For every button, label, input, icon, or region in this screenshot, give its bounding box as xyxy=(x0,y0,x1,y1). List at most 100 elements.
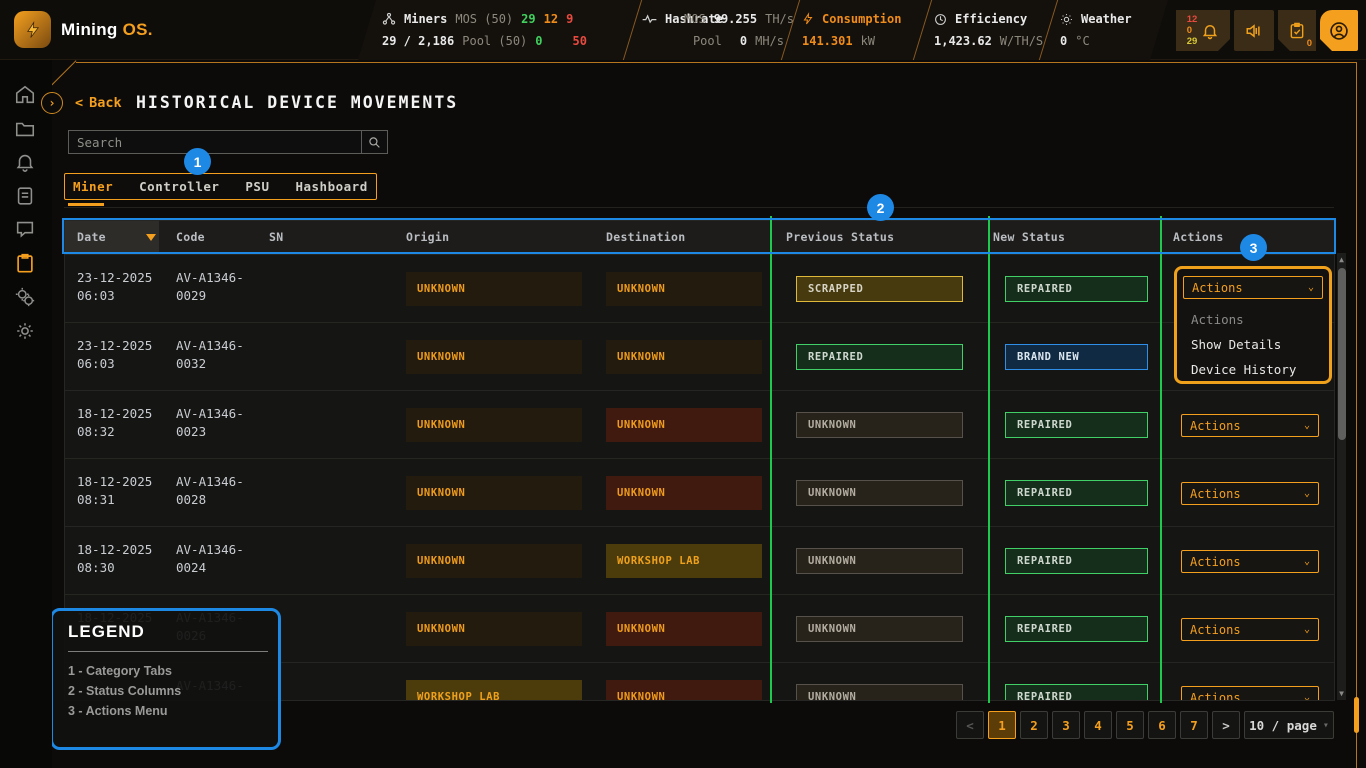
sidebar-item-folders[interactable] xyxy=(14,118,38,142)
pagination-page-5[interactable]: 5 xyxy=(1116,711,1144,739)
sidebar-item-components[interactable] xyxy=(14,286,38,310)
table-row[interactable]: 18-12-202508:30AV-A1346-0024UNKNOWNWORKS… xyxy=(65,526,1335,594)
notifications-button[interactable]: 12 0 29 xyxy=(1176,10,1230,51)
actions-select[interactable]: Actions⌄ xyxy=(1181,482,1319,505)
status-column-separator xyxy=(988,216,990,703)
pagination-page-2[interactable]: 2 xyxy=(1020,711,1048,739)
category-tabs: Miner Controller PSU Hashboard xyxy=(64,173,377,200)
tab-hashboard[interactable]: Hashboard xyxy=(295,179,367,194)
back-button[interactable]: < Back xyxy=(75,95,122,111)
column-header-previous-status: Previous Status xyxy=(786,230,894,244)
brand-name: Mining OS. xyxy=(61,20,153,40)
dropdown-item-device-history[interactable]: Device History xyxy=(1177,357,1329,382)
chevron-down-icon: ⌄ xyxy=(1304,692,1310,701)
sidebar-item-movements[interactable] xyxy=(14,252,38,276)
new-status-badge: REPAIRED xyxy=(1005,276,1148,302)
sort-desc-icon[interactable] xyxy=(146,234,156,241)
page-size-select[interactable]: 10 / page ▾ xyxy=(1244,711,1334,739)
table-row[interactable]: 18-12-202508:32 AV-A1346-0023 UNKNOWN UNKNO… xyxy=(65,390,1335,458)
top-bar: Mining OS. Miners MOS (50) 29 12 9 29 / … xyxy=(0,0,1366,60)
sidebar-item-alerts[interactable] xyxy=(14,151,38,175)
destination-badge: UNKNOWN xyxy=(606,476,762,510)
chevron-down-icon: ⌄ xyxy=(1304,624,1310,635)
account-button[interactable] xyxy=(1320,10,1358,51)
cell-date: 18-12-202508:31 xyxy=(77,473,152,509)
actions-select[interactable]: Actions ⌄ xyxy=(1183,276,1323,299)
sidebar-item-reports[interactable] xyxy=(14,185,38,209)
status-column-separator xyxy=(1160,216,1162,703)
annotation-marker-3: 3 xyxy=(1240,234,1267,261)
active-tab-underline xyxy=(68,203,104,206)
tab-psu[interactable]: PSU xyxy=(245,179,269,194)
actions-select[interactable]: Actions⌄ xyxy=(1181,414,1319,437)
annotation-marker-1: 1 xyxy=(184,148,211,175)
page-scrollbar-thumb[interactable] xyxy=(1354,697,1359,733)
legend-title: LEGEND xyxy=(68,622,145,642)
stat-miners: Miners MOS (50) 29 12 9 29 / 2,186 Pool … xyxy=(382,8,587,52)
pagination: < 1234567 > 10 / page ▾ xyxy=(956,711,1334,739)
cell-date: 23-12-202506:03 xyxy=(77,269,152,305)
origin-badge: UNKNOWN xyxy=(406,408,582,442)
pagination-page-3[interactable]: 3 xyxy=(1052,711,1080,739)
actions-select[interactable]: Actions⌄ xyxy=(1181,550,1319,573)
dropdown-item-show-details[interactable]: Show Details xyxy=(1177,332,1329,357)
table-scrollbar-thumb[interactable] xyxy=(1338,268,1346,440)
pagination-page-1[interactable]: 1 xyxy=(988,711,1016,739)
cell-code: AV-A1346-0029 xyxy=(176,269,244,305)
table-row[interactable]: 18-12-202508:31AV-A1346-0028UNKNOWNUNKNO… xyxy=(65,458,1335,526)
column-header-date[interactable]: Date xyxy=(77,230,106,244)
cell-date: 18-12-202508:32 xyxy=(77,405,152,441)
efficiency-clock-icon xyxy=(934,13,947,26)
chevron-down-icon: ⌄ xyxy=(1308,282,1314,293)
tasks-button[interactable]: 0 xyxy=(1278,10,1316,51)
origin-badge: UNKNOWN xyxy=(406,476,582,510)
stat-efficiency: Efficiency 1,423.62 W/TH/S xyxy=(934,8,1043,52)
hashrate-icon xyxy=(642,13,657,25)
pagination-prev-button[interactable]: < xyxy=(956,711,984,739)
tab-controller[interactable]: Controller xyxy=(139,179,219,194)
sidebar-item-settings[interactable] xyxy=(14,320,38,344)
table-row[interactable]: 23-12-202506:03AV-A1346-0032UNKNOWNUNKNO… xyxy=(65,322,1335,390)
origin-badge: UNKNOWN xyxy=(406,272,582,306)
chevron-down-icon: ▾ xyxy=(1323,720,1329,731)
pagination-page-7[interactable]: 7 xyxy=(1180,711,1208,739)
sidebar-item-home[interactable] xyxy=(14,84,38,108)
pagination-page-6[interactable]: 6 xyxy=(1148,711,1176,739)
destination-badge: UNKNOWN xyxy=(606,408,762,442)
chevron-down-icon: ⌄ xyxy=(1304,420,1310,431)
chevron-down-icon: ⌄ xyxy=(1304,488,1310,499)
destination-badge: UNKNOWN xyxy=(606,612,762,646)
previous-status-badge: UNKNOWN xyxy=(796,616,963,642)
legend-item: 2 - Status Columns xyxy=(68,681,181,701)
table-row[interactable]: 23-12-202506:03AV-A1346-0029UNKNOWNUNKNO… xyxy=(65,254,1335,322)
sidebar-item-messages[interactable] xyxy=(14,218,38,242)
cell-code: AV-A1346-0024 xyxy=(176,541,244,577)
origin-badge: UNKNOWN xyxy=(406,340,582,374)
cell-code: AV-A1346-0023 xyxy=(176,405,244,441)
stat-consumption: Consumption 141.301 kW xyxy=(802,8,901,52)
search-button[interactable] xyxy=(361,130,388,154)
pagination-pages: 1234567 xyxy=(988,711,1208,739)
new-status-badge: REPAIRED xyxy=(1005,480,1148,506)
search-box xyxy=(68,130,362,154)
destination-badge: UNKNOWN xyxy=(606,680,762,701)
dropdown-item-actions: Actions xyxy=(1177,307,1329,332)
pagination-page-4[interactable]: 4 xyxy=(1084,711,1112,739)
pagination-next-button[interactable]: > xyxy=(1212,711,1240,739)
column-header-actions: Actions xyxy=(1173,230,1224,244)
search-input[interactable] xyxy=(69,131,361,153)
tab-miner[interactable]: Miner xyxy=(73,179,113,194)
previous-status-badge: UNKNOWN xyxy=(796,684,963,701)
new-status-badge: BRAND NEW xyxy=(1005,344,1148,370)
sidebar-expand-button[interactable]: › xyxy=(41,92,63,114)
actions-select[interactable]: Actions⌄ xyxy=(1181,618,1319,641)
scroll-up-icon[interactable]: ▲ xyxy=(1337,254,1346,264)
actions-select[interactable]: Actions⌄ xyxy=(1181,686,1319,701)
search-icon xyxy=(368,136,381,149)
scroll-down-icon[interactable]: ▼ xyxy=(1337,688,1346,698)
consumption-lightning-icon xyxy=(802,12,814,26)
weather-sun-icon xyxy=(1060,13,1073,26)
app-logo[interactable]: Mining OS. xyxy=(14,11,153,48)
origin-badge: UNKNOWN xyxy=(406,544,582,578)
speaker-button[interactable] xyxy=(1234,10,1274,51)
